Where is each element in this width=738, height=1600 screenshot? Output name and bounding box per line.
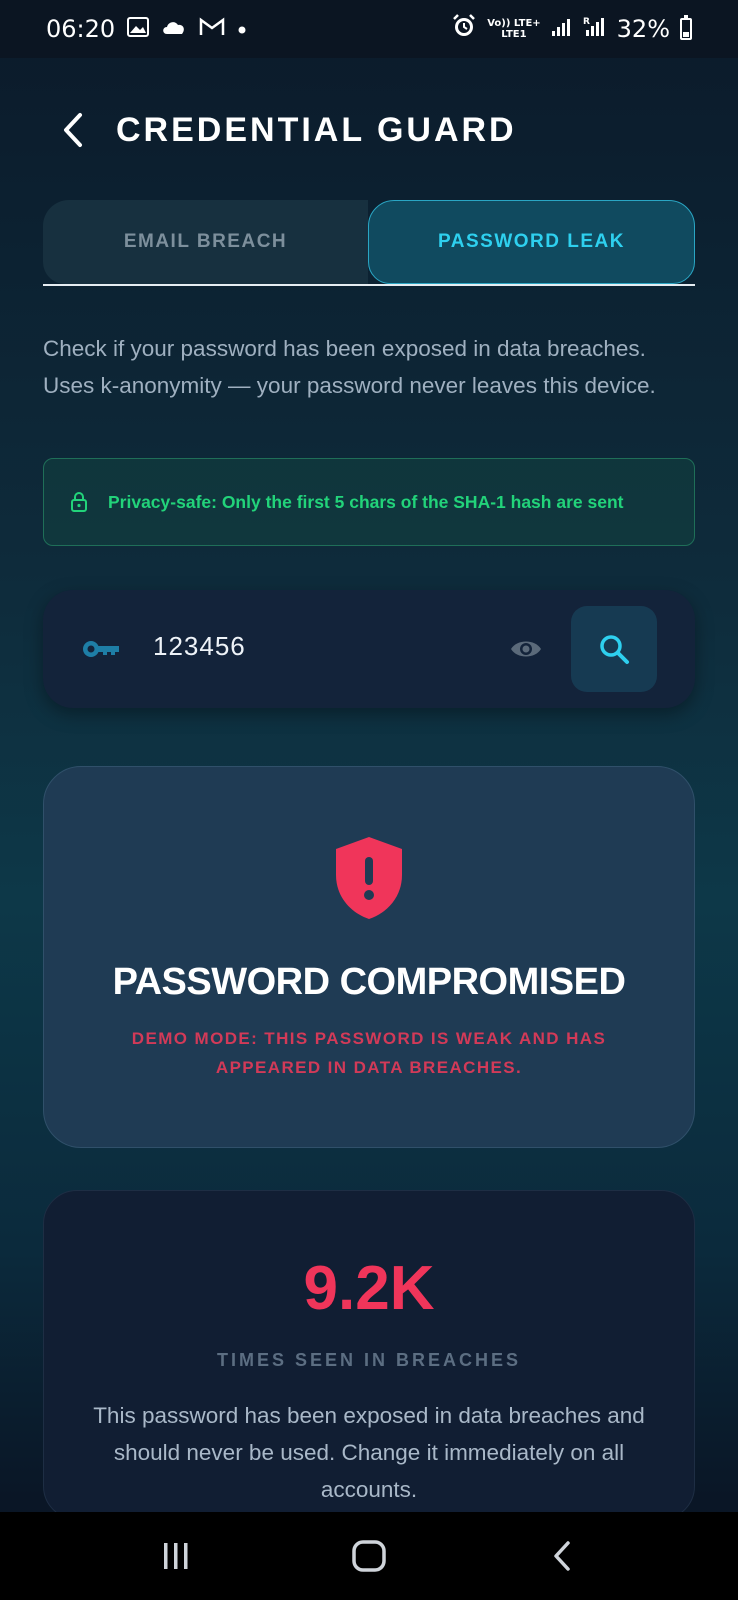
password-search-card — [43, 590, 695, 708]
home-button[interactable] — [329, 1526, 409, 1586]
tab-label: EMAIL BREACH — [123, 231, 288, 252]
tab-password-leak[interactable]: PASSWORD LEAK — [368, 200, 695, 284]
search-icon — [600, 635, 629, 664]
svg-text:R: R — [583, 17, 590, 27]
result-title: PASSWORD COMPROMISED — [112, 961, 626, 1003]
alarm-icon — [451, 13, 477, 45]
tab-bar: EMAIL BREACH PASSWORD LEAK — [43, 200, 695, 286]
network-top-label: Vo)) LTE+ — [487, 18, 541, 29]
back-arrow-icon — [553, 1541, 570, 1571]
lock-icon — [71, 492, 87, 512]
privacy-text: Privacy-safe: Only the first 5 chars of … — [108, 491, 624, 512]
network-indicator: Vo)) LTE+ LTE1 — [487, 18, 540, 40]
gmail-icon — [199, 17, 225, 42]
gallery-icon — [127, 16, 150, 42]
result-subtitle: DEMO MODE: THIS PASSWORD IS WEAK AND HAS… — [131, 1029, 607, 1077]
home-icon — [352, 1540, 386, 1572]
result-card: PASSWORD COMPROMISED DEMO MODE: THIS PAS… — [43, 766, 695, 1148]
battery-percent: 32% — [616, 15, 670, 43]
recent-apps-button[interactable] — [136, 1526, 216, 1586]
system-nav-bar — [0, 1512, 738, 1600]
chevron-left-icon — [64, 113, 82, 147]
breach-advice-text: This password has been exposed in data b… — [93, 1403, 645, 1502]
tab-label: PASSWORD LEAK — [438, 231, 625, 252]
clock: 06:20 — [46, 15, 116, 43]
breach-stats-card: 9.2K TIMES SEEN IN BREACHES This passwor… — [43, 1190, 695, 1520]
password-input[interactable] — [153, 630, 509, 668]
breach-count-label: TIMES SEEN IN BREACHES — [216, 1350, 522, 1370]
search-button[interactable] — [571, 606, 657, 692]
recent-apps-icon — [164, 1543, 188, 1569]
shield-alert-icon — [336, 837, 402, 919]
page-title: CREDENTIAL GUARD — [116, 110, 517, 149]
key-icon — [83, 641, 119, 657]
signal-roaming-icon: R — [583, 15, 607, 43]
status-bar: 06:20 Vo)) LTE+ LTE1 R 32% — [0, 0, 738, 58]
network-bottom-label: LTE1 — [501, 29, 527, 40]
battery-icon — [680, 15, 692, 40]
cloud-icon — [161, 18, 187, 40]
app-header: CREDENTIAL GUARD — [58, 100, 698, 160]
eye-icon[interactable] — [509, 632, 543, 666]
privacy-notice: Privacy-safe: Only the first 5 chars of … — [43, 458, 695, 546]
signal-icon — [551, 15, 573, 43]
back-nav-button[interactable] — [522, 1526, 602, 1586]
tab-email-breach[interactable]: EMAIL BREACH — [43, 200, 368, 284]
breach-count: 9.2K — [303, 1254, 435, 1323]
description-text: Check if your password has been exposed … — [43, 336, 656, 398]
dot-icon — [237, 18, 247, 40]
back-button[interactable] — [58, 110, 88, 150]
